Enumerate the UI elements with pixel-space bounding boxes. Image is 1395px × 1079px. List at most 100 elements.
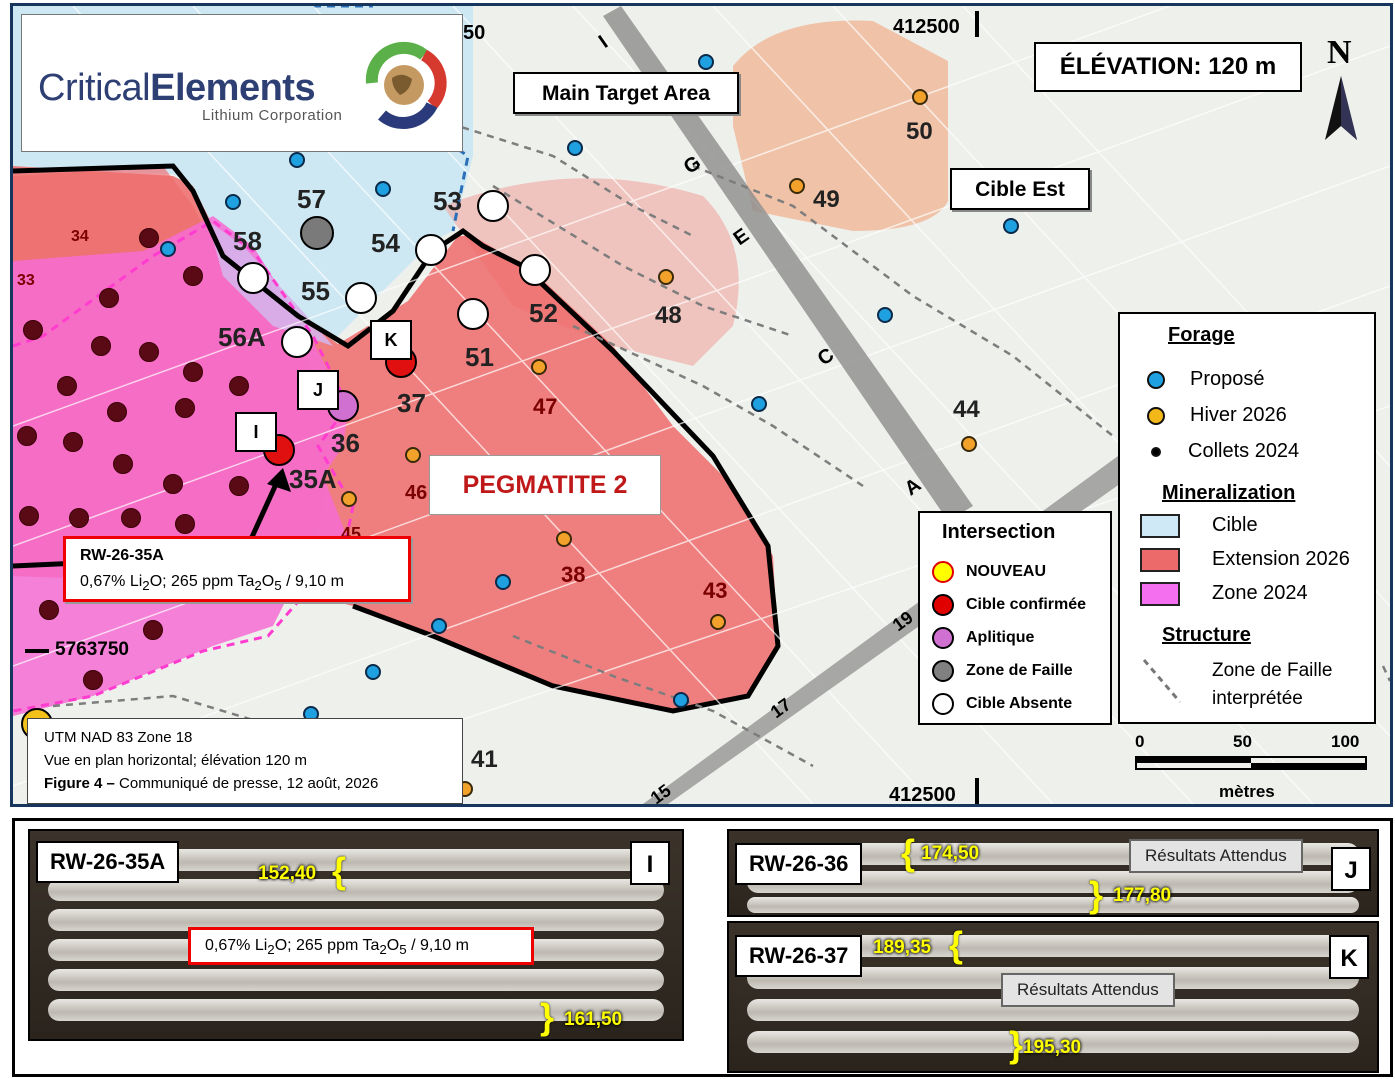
- hiver-2026-marker[interactable]: [789, 178, 805, 194]
- forage-legend: Forage Proposé Hiver 2026 Collets 2024 Min…: [1118, 312, 1376, 724]
- structure-line2: interprétée: [1212, 688, 1303, 709]
- absent-target-marker[interactable]: [415, 234, 447, 266]
- hiver-2026-marker[interactable]: [710, 614, 726, 630]
- hiver-2026-marker[interactable]: [341, 491, 357, 507]
- core-k-depth-top: 189,35: [873, 937, 932, 958]
- easting-top-tick: [975, 11, 979, 37]
- proposed-marker[interactable]: [698, 54, 714, 70]
- proposed-marker[interactable]: [289, 152, 305, 168]
- proposed-marker[interactable]: [365, 664, 381, 680]
- absent-target-marker[interactable]: [345, 282, 377, 314]
- structure-legend-title: Structure: [1162, 624, 1251, 646]
- collet-2024-marker[interactable]: [17, 426, 37, 446]
- hiver-2026-marker[interactable]: [912, 89, 928, 105]
- collet-2024-marker[interactable]: [143, 620, 163, 640]
- proposed-marker[interactable]: [375, 181, 391, 197]
- proposed-marker[interactable]: [431, 618, 447, 634]
- mineral-legend-swatch: [1140, 514, 1180, 538]
- collet-2024-marker[interactable]: [163, 474, 183, 494]
- drill-label: 44: [953, 396, 980, 423]
- core-i-result: 0,67% Li2O; 265 ppm Ta2O5 / 9,10 m: [188, 927, 534, 965]
- drill-label: 35A: [289, 464, 337, 494]
- collet-2024-marker[interactable]: [69, 508, 89, 528]
- collet-2024-marker[interactable]: [57, 376, 77, 396]
- collet-2024-marker[interactable]: [23, 320, 43, 340]
- forage-legend-swatch: [1147, 407, 1165, 425]
- absent-target-marker[interactable]: [281, 326, 313, 358]
- proposed-marker[interactable]: [673, 692, 689, 708]
- northing-label: 5763750: [55, 639, 129, 660]
- proposed-marker[interactable]: [877, 307, 893, 323]
- hiver-2026-marker[interactable]: [531, 359, 547, 375]
- collet-2024-marker[interactable]: [121, 508, 141, 528]
- collet-2024-marker[interactable]: [39, 600, 59, 620]
- core-k-depth-bottom: 195,30: [1023, 1037, 1082, 1058]
- forage-legend-label: Proposé: [1190, 368, 1265, 390]
- absent-target-marker[interactable]: [519, 254, 551, 286]
- proposed-marker[interactable]: [495, 574, 511, 590]
- collet-2024-marker[interactable]: [113, 454, 133, 474]
- core-j-status: Résultats Attendus: [1129, 839, 1303, 873]
- collet-2024-marker[interactable]: [175, 514, 195, 534]
- absent-target-marker[interactable]: [237, 262, 269, 294]
- proposed-marker[interactable]: [567, 140, 583, 156]
- intersection-legend: Intersection NOUVEAU Cible confirmée Aplit…: [918, 511, 1112, 725]
- proposed-marker[interactable]: [225, 194, 241, 210]
- intersection-legend-label: NOUVEAU: [966, 563, 1047, 580]
- collet-2024-marker[interactable]: [83, 670, 103, 690]
- callout-j: J: [297, 370, 339, 410]
- core-k-letter: K: [1329, 935, 1369, 979]
- collet-2024-marker[interactable]: [19, 506, 39, 526]
- collet-2024-marker[interactable]: [139, 228, 159, 248]
- hiver-2026-marker[interactable]: [405, 447, 421, 463]
- intersection-legend-label: Cible confirmée: [966, 596, 1087, 613]
- core-panel-j: RW-26-36 J { 174,50 } 177,80 Résultats A…: [727, 829, 1379, 917]
- intersection-legend-swatch: [932, 660, 954, 682]
- mineral-legend-label: Extension 2026: [1212, 548, 1350, 570]
- collet-2024-marker[interactable]: [139, 342, 159, 362]
- collet-2024-marker[interactable]: [183, 362, 203, 382]
- collet-2024-marker[interactable]: [175, 398, 195, 418]
- collet-2024-marker[interactable]: [63, 432, 83, 452]
- collet-2024-marker[interactable]: [229, 376, 249, 396]
- info-line3: Figure 4 – Communiqué de presse, 12 août…: [44, 775, 379, 792]
- core-j-brace-top: {: [901, 832, 916, 873]
- drill-label: 34: [71, 228, 89, 245]
- core-i-brace-top: {: [332, 850, 347, 891]
- core-j-letter: J: [1331, 847, 1371, 891]
- collet-2024-marker[interactable]: [183, 266, 203, 286]
- core-j-hole-id: RW-26-36: [735, 843, 863, 885]
- scale-100: 100: [1331, 732, 1360, 751]
- fault-line-icon: [1142, 659, 1182, 703]
- easting-fragment-label: 50: [463, 22, 486, 44]
- pegmatite-label: PEGMATITE 2: [429, 455, 661, 515]
- hiver-2026-marker[interactable]: [556, 531, 572, 547]
- map-view[interactable]: CriticalElements Lithium Corporation 412…: [10, 3, 1393, 807]
- collet-2024-marker[interactable]: [107, 402, 127, 422]
- scale-0: 0: [1135, 732, 1145, 751]
- hiver-2026-marker[interactable]: [961, 436, 977, 452]
- core-panel-k: RW-26-37 K 189,35 { } 195,30 Résultats A…: [727, 921, 1379, 1073]
- drill-label: 53: [433, 186, 462, 216]
- core-k-brace-top: {: [949, 924, 964, 965]
- proposed-marker[interactable]: [751, 396, 767, 412]
- intersection-legend-swatch: [932, 693, 954, 715]
- drill-label: 55: [301, 276, 330, 306]
- scale-50: 50: [1233, 732, 1252, 751]
- absent-target-marker[interactable]: [457, 298, 489, 330]
- absent-target-marker[interactable]: [477, 190, 509, 222]
- logo-name-part2: Elements: [150, 67, 316, 109]
- fault-zone-marker[interactable]: [300, 216, 334, 250]
- proposed-marker[interactable]: [160, 241, 176, 257]
- globe-icon: [365, 41, 447, 130]
- hiver-2026-marker[interactable]: [658, 269, 674, 285]
- core-j-depth-top: 174,50: [921, 843, 980, 864]
- logo-box: CriticalElements Lithium Corporation: [21, 14, 463, 152]
- proposed-marker[interactable]: [1003, 218, 1019, 234]
- info-line2: Vue en plan horizontal; élévation 120 m: [44, 752, 307, 769]
- structure-line1: Zone de Faille: [1212, 660, 1333, 681]
- drill-label: 37: [397, 388, 426, 418]
- collet-2024-marker[interactable]: [99, 288, 119, 308]
- core-k-brace-bottom: }: [1009, 1024, 1024, 1065]
- collet-2024-marker[interactable]: [91, 336, 111, 356]
